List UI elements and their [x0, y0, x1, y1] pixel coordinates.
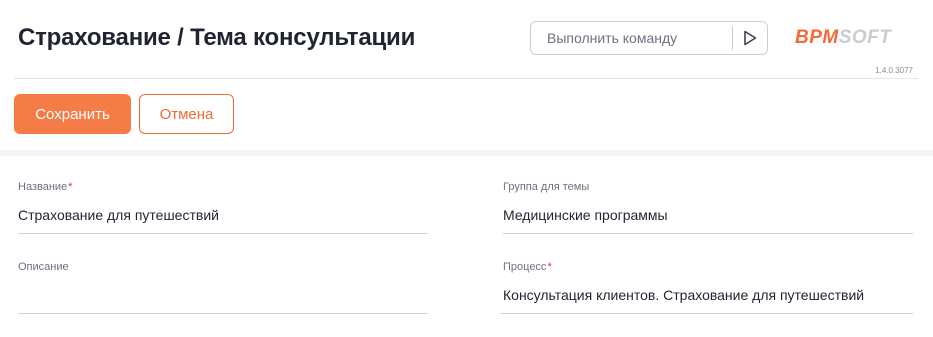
logo-bpm-text: BPM	[795, 27, 839, 48]
save-button[interactable]: Сохранить	[14, 94, 131, 134]
command-input[interactable]	[531, 22, 732, 54]
group-field-value[interactable]: Медицинские программы	[503, 206, 913, 224]
header-divider	[14, 78, 918, 79]
description-field-underline	[18, 313, 428, 314]
name-field[interactable]: Название* Страхование для путешествий	[18, 180, 428, 224]
command-box	[530, 21, 768, 55]
group-field[interactable]: Группа для темы Медицинские программы	[503, 180, 913, 224]
bpmsoft-logo: BPM SOFT	[795, 26, 891, 50]
required-marker: *	[68, 181, 73, 193]
required-marker: *	[547, 261, 552, 273]
description-field[interactable]: Описание	[18, 260, 428, 304]
process-field-label: Процесс*	[503, 260, 913, 274]
name-field-value[interactable]: Страхование для путешествий	[18, 206, 428, 224]
page-title: Страхование / Тема консультации	[18, 24, 416, 51]
logo-soft-text: SOFT	[838, 27, 892, 48]
play-triangle-icon	[744, 30, 757, 46]
record-form: Название* Страхование для путешествий Гр…	[0, 156, 933, 337]
group-field-underline	[503, 233, 913, 234]
description-field-label: Описание	[18, 261, 69, 273]
name-label-text: Название	[18, 181, 68, 193]
group-field-label: Группа для темы	[503, 181, 590, 193]
process-field-value[interactable]: Консультация клиентов. Страхование для п…	[503, 286, 913, 304]
name-field-underline	[18, 233, 428, 234]
process-field[interactable]: Процесс* Консультация клиентов. Страхова…	[503, 260, 913, 304]
description-field-value[interactable]	[18, 286, 428, 304]
process-label-text: Процесс	[503, 261, 547, 273]
process-field-underline	[500, 313, 913, 314]
version-label: 1.4.0.3077	[875, 66, 913, 75]
name-field-label: Название*	[18, 180, 428, 194]
page-header: Страхование / Тема консультации BPMSOFT …	[0, 0, 933, 150]
command-run-button[interactable]	[733, 22, 767, 54]
cancel-button[interactable]: Отмена	[139, 94, 234, 134]
